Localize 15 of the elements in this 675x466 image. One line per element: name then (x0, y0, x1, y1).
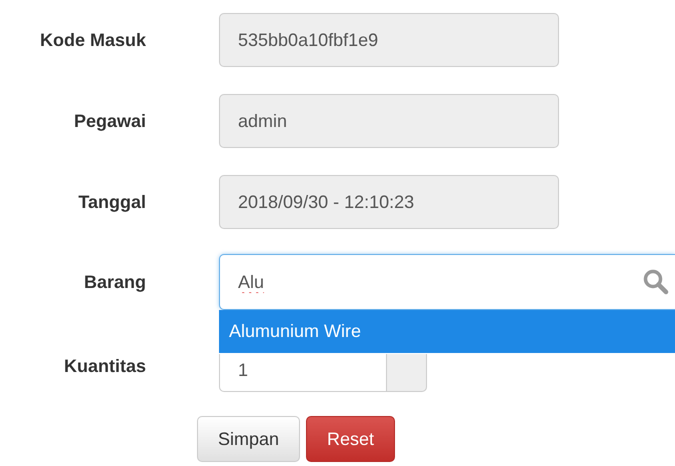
search-icon (643, 269, 669, 295)
text-field[interactable]: admin (219, 94, 559, 148)
field-label: Kode Masuk (38, 30, 146, 50)
field-label: Pegawai (72, 110, 146, 132)
field-label: Kuantitas (62, 356, 146, 377)
search-field[interactable]: Alu (219, 254, 675, 310)
save-button[interactable]: Simpan (197, 416, 300, 462)
field-label: Barang (82, 272, 146, 292)
spinner-addon[interactable] (386, 354, 427, 392)
field-label: Tanggal (77, 192, 146, 212)
reset-button[interactable]: Reset (306, 416, 396, 462)
text-field[interactable]: 2018/09/30 - 12:10:23 (219, 175, 559, 229)
text-field[interactable]: 535bb0a10fbf1e9 (219, 13, 559, 67)
quantity-field[interactable]: 1 (219, 354, 386, 392)
suggestion-item[interactable]: Alumunium Wire (219, 310, 675, 353)
